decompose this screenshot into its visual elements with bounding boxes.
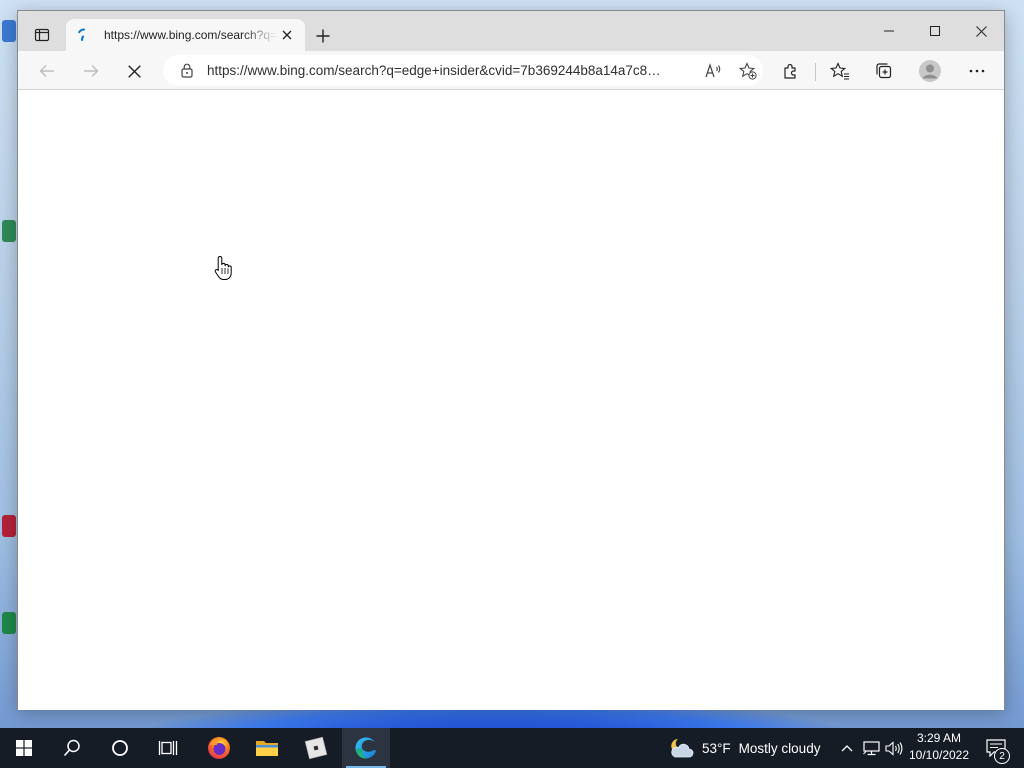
notification-count-badge: 2 bbox=[994, 748, 1010, 764]
address-bar[interactable]: https://www.bing.com/search?q=edge+insid… bbox=[163, 55, 763, 86]
chevron-up-icon bbox=[841, 745, 853, 752]
desktop-icon[interactable] bbox=[2, 612, 16, 634]
desktop-icon[interactable] bbox=[2, 220, 16, 242]
stop-loading-icon bbox=[127, 64, 141, 78]
maximize-icon bbox=[930, 26, 940, 36]
cortana-button[interactable] bbox=[96, 728, 144, 768]
task-view-button[interactable] bbox=[144, 728, 192, 768]
stop-loading-button[interactable] bbox=[119, 56, 149, 86]
system-clock[interactable]: 3:29 AM 10/10/2022 bbox=[904, 730, 974, 766]
notifications-button[interactable]: 2 bbox=[978, 728, 1014, 768]
navigation-toolbar: https://www.bing.com/search?q=edge+insid… bbox=[18, 51, 1004, 90]
profile-button[interactable] bbox=[915, 56, 945, 86]
arrow-right-icon bbox=[84, 65, 99, 77]
volume-icon bbox=[885, 740, 903, 756]
read-aloud-icon[interactable] bbox=[699, 56, 729, 86]
forward-button[interactable] bbox=[76, 56, 106, 86]
roblox-button[interactable] bbox=[292, 728, 340, 768]
clock-date: 10/10/2022 bbox=[908, 748, 970, 762]
windows-start-icon bbox=[16, 740, 32, 756]
desktop-icons-strip bbox=[0, 0, 18, 728]
minimize-button[interactable] bbox=[866, 11, 912, 51]
file-explorer-button[interactable] bbox=[243, 728, 291, 768]
tab-actions-button[interactable] bbox=[26, 23, 58, 47]
tab-strip: https://www.bing.com/search?q=edge+insid… bbox=[18, 11, 1004, 51]
back-button[interactable] bbox=[32, 56, 62, 86]
hand-cursor-icon bbox=[214, 255, 232, 280]
roblox-icon bbox=[304, 736, 328, 760]
search-button[interactable] bbox=[48, 728, 96, 768]
close-icon bbox=[975, 25, 987, 37]
plus-icon bbox=[316, 29, 330, 43]
extensions-button[interactable] bbox=[776, 56, 806, 86]
weather-temperature: 53°F bbox=[702, 740, 731, 756]
start-button[interactable] bbox=[0, 728, 48, 768]
network-icon bbox=[862, 740, 880, 755]
url-text[interactable]: https://www.bing.com/search?q=edge+insid… bbox=[207, 63, 695, 78]
browser-window: https://www.bing.com/search?q=edge+insid… bbox=[17, 10, 1005, 710]
favorites-icon bbox=[830, 62, 849, 80]
task-view-icon bbox=[158, 741, 178, 755]
maximize-button[interactable] bbox=[912, 11, 958, 51]
close-window-button[interactable] bbox=[958, 11, 1004, 51]
file-explorer-icon bbox=[256, 741, 278, 756]
taskbar: 53°F Mostly cloudy 3:29 AM 10/10/2022 2 bbox=[0, 728, 1024, 768]
show-hidden-icons-button[interactable] bbox=[838, 728, 856, 768]
partly-cloudy-night-icon bbox=[671, 739, 694, 758]
ellipsis-icon bbox=[969, 69, 985, 73]
collections-icon bbox=[876, 63, 892, 79]
page-viewport[interactable] bbox=[18, 91, 1004, 710]
desktop-icon[interactable] bbox=[2, 515, 16, 537]
tab-actions-icon bbox=[34, 28, 50, 42]
volume-button[interactable] bbox=[884, 728, 904, 768]
favorites-button[interactable] bbox=[825, 56, 855, 86]
edge-button[interactable] bbox=[342, 728, 390, 768]
new-tab-button[interactable] bbox=[311, 24, 335, 48]
edge-icon bbox=[355, 737, 376, 759]
firefox-icon bbox=[208, 737, 230, 759]
firefox-button[interactable] bbox=[195, 728, 243, 768]
collections-button[interactable] bbox=[869, 56, 899, 86]
weather-widget[interactable]: 53°F Mostly cloudy bbox=[668, 728, 820, 768]
clock-time: 3:29 AM bbox=[916, 731, 962, 745]
close-icon[interactable] bbox=[277, 25, 297, 45]
desktop-icon[interactable] bbox=[2, 20, 16, 42]
star-add-icon[interactable] bbox=[733, 56, 763, 86]
profile-icon bbox=[919, 60, 941, 82]
arrow-left-icon bbox=[39, 65, 54, 77]
minimize-icon bbox=[884, 30, 894, 32]
tab-title: https://www.bing.com/search?q=edge+insid… bbox=[104, 28, 277, 42]
network-button[interactable] bbox=[861, 728, 881, 768]
puzzle-icon bbox=[784, 63, 796, 79]
toolbar-divider bbox=[815, 63, 816, 81]
tab-active[interactable]: https://www.bing.com/search?q=edge+insid… bbox=[66, 19, 305, 51]
search-icon bbox=[63, 739, 80, 757]
more-options-button[interactable] bbox=[962, 56, 992, 86]
lock-icon[interactable] bbox=[179, 63, 195, 79]
window-controls bbox=[866, 11, 1004, 51]
cortana-icon bbox=[112, 740, 128, 756]
weather-condition: Mostly cloudy bbox=[738, 740, 821, 756]
loading-spinner-icon bbox=[76, 27, 92, 43]
